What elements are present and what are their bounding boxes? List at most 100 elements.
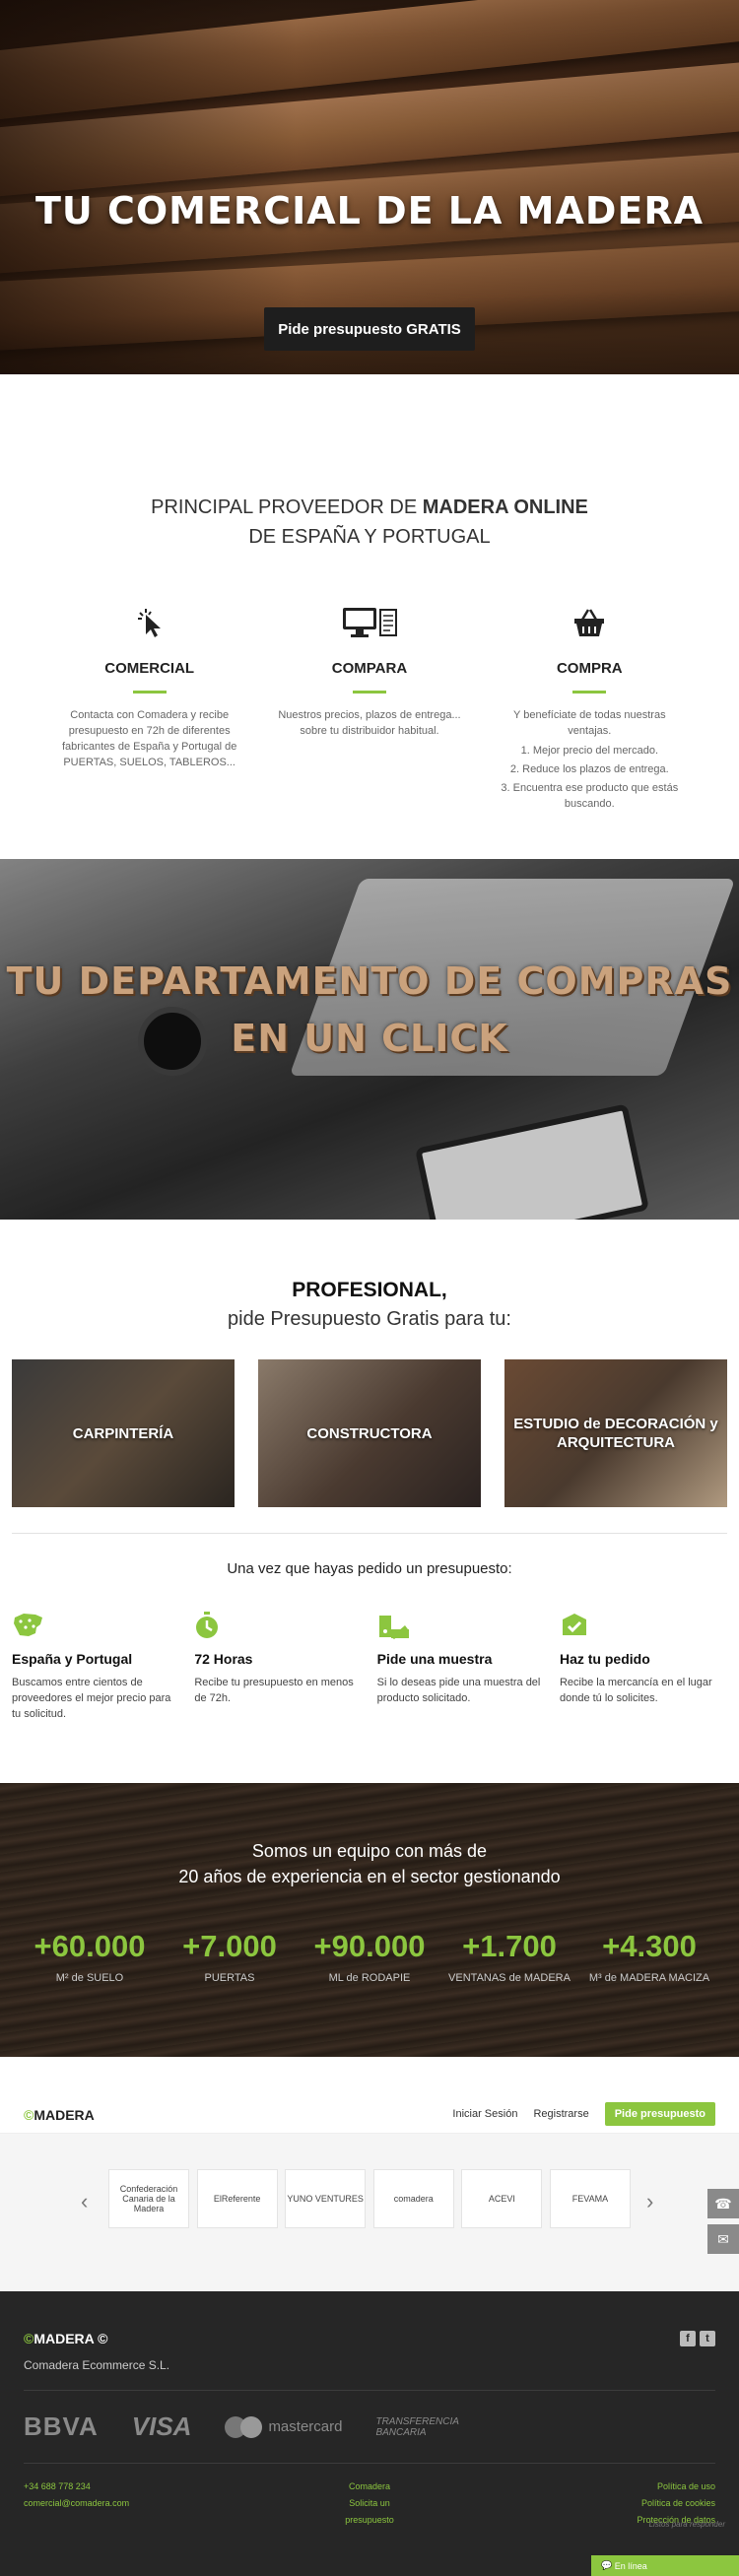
step-title: 72 Horas <box>194 1651 253 1667</box>
card-constructora[interactable]: CONSTRUCTORA <box>258 1359 481 1507</box>
hero-title: TU COMERCIAL DE LA MADERA <box>34 189 705 232</box>
partners-section: ‹ Confederación Canaria de la Madera ElR… <box>0 2134 739 2291</box>
card-estudio[interactable]: ESTUDIO de DECORACIÓN y ARQUITECTURA <box>504 1359 727 1507</box>
usage-policy-link[interactable]: Política de uso <box>657 2481 715 2491</box>
steps-heading: Una vez que hayas pedido un presupuesto: <box>227 1560 512 1577</box>
cookies-policy-link[interactable]: Política de cookies <box>641 2498 715 2508</box>
email-icon[interactable]: ✉ <box>707 2224 739 2254</box>
nav-quote-button[interactable]: Pide presupuesto <box>604 2102 715 2126</box>
footer-logo[interactable]: ©MADERA © <box>24 2331 107 2346</box>
team-text-line2: 20 años de experiencia en el sector gest… <box>178 1867 561 1886</box>
stat-label: M² de SUELO <box>55 1972 124 1984</box>
team-stats-section: Somos un equipo con más de 20 años de ex… <box>0 1783 739 2057</box>
phone-link[interactable]: +34 688 778 234 <box>24 2481 91 2491</box>
partner-logo[interactable]: FEVAMA <box>549 2169 631 2228</box>
stat-rodapie: +90.000 ML de RODAPIE <box>305 1929 434 1986</box>
step-72-horas: 72 Horas Recibe tu presupuesto en menos … <box>194 1612 362 1722</box>
step-pedido: Haz tu pedido Recibe la mercancía en el … <box>560 1612 727 1722</box>
partner-logo[interactable]: comadera <box>372 2169 454 2228</box>
stat-value: +60.000 <box>34 1929 146 1963</box>
professional-title: PROFESIONAL, <box>292 1279 447 1301</box>
twitter-icon[interactable]: t <box>700 2331 715 2346</box>
monitor-document-icon <box>271 603 468 642</box>
list-item: 1. Mejor precio del mercado. <box>520 745 659 757</box>
transfer-text: TRANSFERENCIA <box>375 2415 459 2427</box>
nav-links: Iniciar Sesión Registrarse Pide presupue… <box>452 2102 715 2126</box>
stat-value: +1.700 <box>462 1929 557 1963</box>
partner-logo[interactable]: Confederación Canaria de la Madera <box>108 2169 189 2228</box>
partner-logo[interactable]: ACEVI <box>461 2169 543 2228</box>
footer-center-links: Comadera Solicita un presupuesto <box>325 2478 414 2529</box>
site-logo[interactable]: ©MADERA <box>24 2107 95 2123</box>
feature-divider <box>572 691 607 694</box>
step-text: Buscamos entre cientos de proveedores el… <box>12 1677 171 1720</box>
bbva-logo: BBVA <box>24 2411 99 2441</box>
hero-quote-button[interactable]: Pide presupuesto GRATIS <box>264 307 475 351</box>
facebook-icon[interactable]: f <box>680 2331 696 2346</box>
list-item: 2. Reduce los plazos de entrega. <box>509 763 669 775</box>
carousel-next-icon[interactable]: › <box>646 2189 653 2214</box>
login-link[interactable]: Iniciar Sesión <box>452 2108 517 2120</box>
partner-logo[interactable]: ElReferente <box>196 2169 278 2228</box>
feature-text: Y benefíciate de todas nuestras ventajas… <box>513 709 666 737</box>
footer-contact: +34 688 778 234 comercial@comadera.com <box>24 2478 129 2512</box>
register-link[interactable]: Registrarse <box>533 2108 588 2120</box>
list-item: 3. Encuentra ese producto que estás busc… <box>501 782 679 810</box>
stopwatch-icon <box>194 1612 362 1641</box>
benefits-list: 1. Mejor precio del mercado. 2. Reduce l… <box>491 743 688 812</box>
transfer-logo: TRANSFERENCIA BANCARIA <box>375 2416 458 2438</box>
logo-c-icon: © <box>24 2331 34 2346</box>
provider-title-part: PRINCIPAL PROVEEDOR DE <box>151 496 423 518</box>
step-title: España y Portugal <box>12 1651 133 1667</box>
step-title: Pide una muestra <box>376 1651 493 1667</box>
phone-icon[interactable]: ☎ <box>707 2189 739 2218</box>
stat-suelo: +60.000 M² de SUELO <box>26 1929 154 1986</box>
visa-logo: VISA <box>131 2411 192 2441</box>
step-espana-portugal: España y Portugal Buscamos entre cientos… <box>12 1612 179 1722</box>
department-banner: TU DEPARTAMENTO DE COMPRAS EN UN CLICK <box>0 859 739 1220</box>
divider <box>24 2463 715 2464</box>
steps-row: España y Portugal Buscamos entre cientos… <box>12 1612 727 1722</box>
features-row: COMERCIAL Contacta con Comadera y recibe… <box>0 603 739 815</box>
chat-widget[interactable]: 💬 En línea <box>591 2555 739 2576</box>
chat-help-text: Listos para responder <box>648 2520 725 2529</box>
feature-text: Contacta con Comadera y recibe presupues… <box>61 709 237 768</box>
stat-puertas: +7.000 PUERTAS <box>166 1929 294 1986</box>
payment-logos: BBVA VISA mastercard TRANSFERENCIA BANCAR… <box>24 2411 459 2442</box>
shopping-basket-icon <box>491 603 688 642</box>
quote-link[interactable]: Solicita un presupuesto <box>345 2498 394 2525</box>
stat-label: VENTANAS de MADERA <box>448 1972 571 1984</box>
samples-icon <box>377 1612 545 1641</box>
step-title: Haz tu pedido <box>559 1651 650 1667</box>
partner-logo[interactable]: YUNO VENTURES <box>285 2169 367 2228</box>
footer: ©MADERA © Comadera Ecommerce S.L. f t BB… <box>0 2291 739 2576</box>
stats-row: +60.000 M² de SUELO +7.000 PUERTAS +90.000… <box>20 1929 719 1986</box>
transfer-text: BANCARIA <box>375 2426 427 2438</box>
comadera-link[interactable]: Comadera <box>349 2481 390 2491</box>
feature-title: COMPARA <box>331 660 408 677</box>
carousel-prev-icon[interactable]: ‹ <box>81 2189 88 2214</box>
hero-section: TU COMERCIAL DE LA MADERA Pide presupues… <box>0 0 739 374</box>
divider <box>12 1533 727 1534</box>
feature-title: COMPRA <box>556 660 623 677</box>
chat-bubble-icon: 💬 <box>601 2560 615 2570</box>
stat-label: M³ de MADERA MACIZA <box>588 1972 710 1984</box>
stat-label: ML de RODAPIE <box>328 1972 411 1984</box>
partners-carousel: Confederación Canaria de la Madera ElRef… <box>108 2169 631 2228</box>
mastercard-circle-icon <box>240 2415 263 2438</box>
team-text: Somos un equipo con más de 20 años de ex… <box>0 1838 739 1889</box>
logo-c-icon: © <box>24 2107 34 2123</box>
footer-logo-text: MADERA <box>34 2331 95 2346</box>
card-carpinteria[interactable]: CARPINTERÍA <box>12 1359 235 1507</box>
email-link[interactable]: comercial@comadera.com <box>24 2498 129 2508</box>
top-navbar: ©MADERA Iniciar Sesión Registrarse Pide … <box>0 2096 739 2134</box>
feature-compra: COMPRA Y benefíciate de todas nuestras v… <box>491 603 688 815</box>
provider-title: PRINCIPAL PROVEEDOR DE MADERA ONLINE DE … <box>0 493 739 552</box>
department-title-line2: EN UN CLICK <box>231 1017 508 1060</box>
stat-value: +4.300 <box>602 1929 697 1963</box>
stat-value: +7.000 <box>182 1929 277 1963</box>
social-links: f t <box>680 2331 715 2346</box>
feature-comercial: COMERCIAL Contacta con Comadera y recibe… <box>51 603 248 815</box>
provider-section: PRINCIPAL PROVEEDOR DE MADERA ONLINE DE … <box>0 374 739 859</box>
delivery-box-icon <box>560 1612 727 1641</box>
